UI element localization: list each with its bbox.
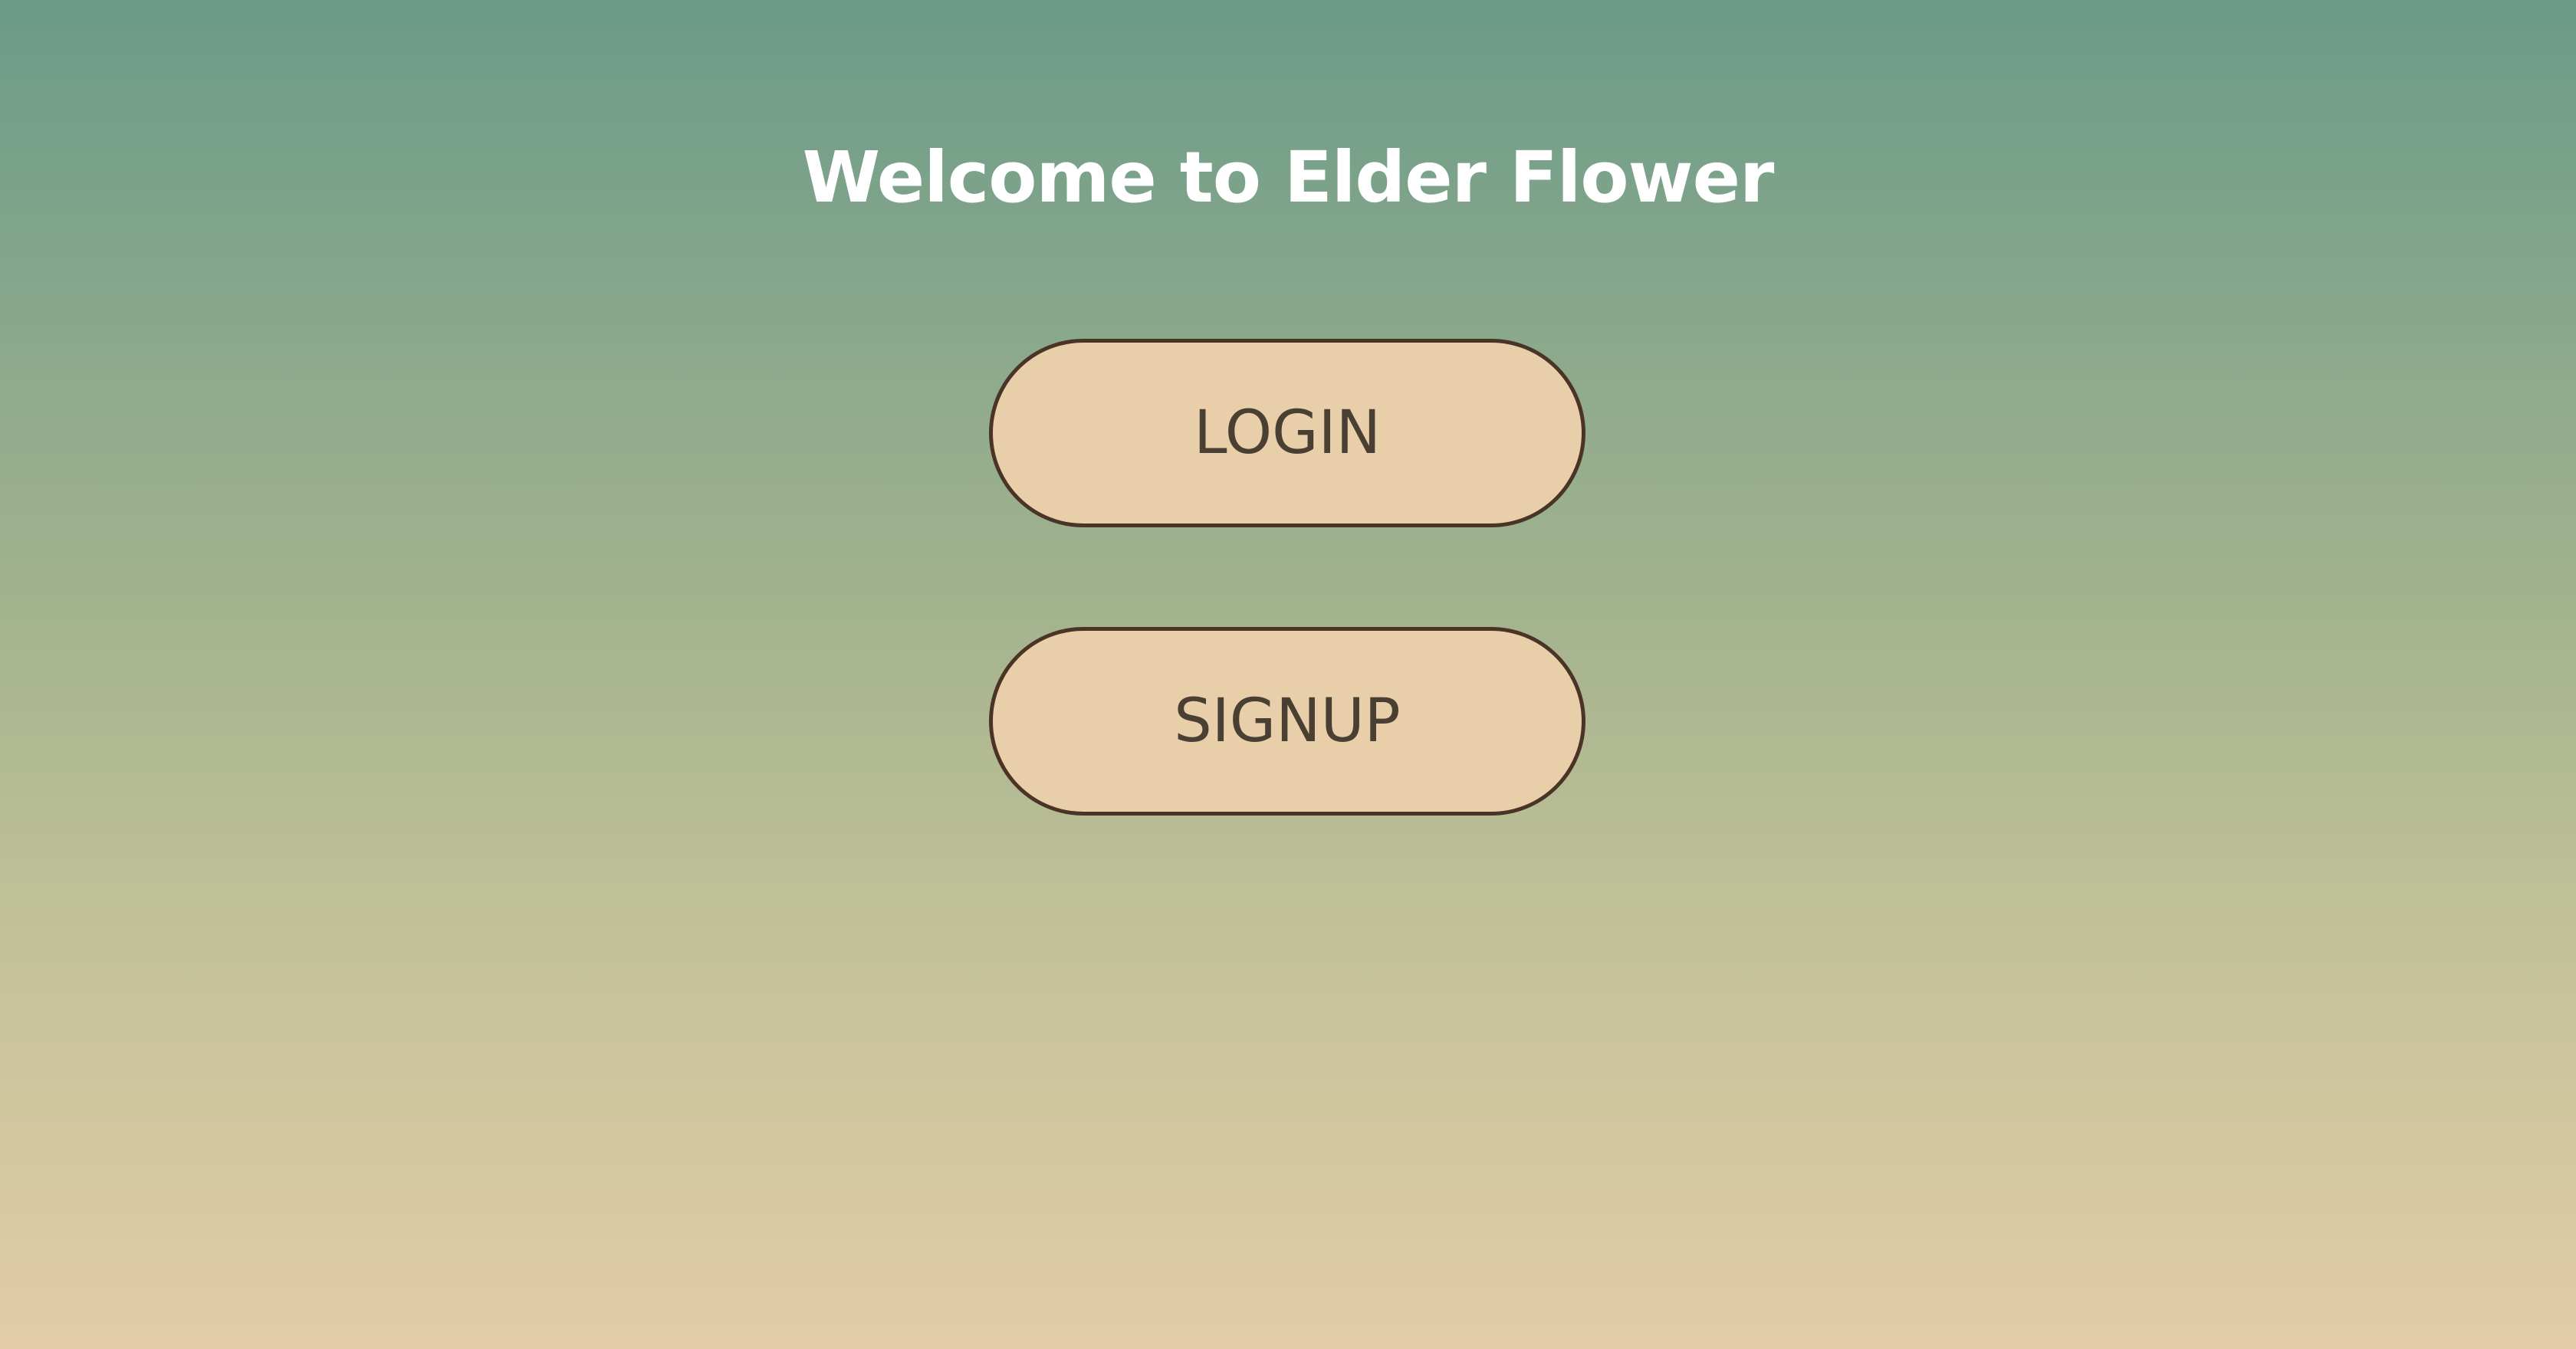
- login-button[interactable]: LOGIN: [989, 339, 1585, 527]
- signup-button[interactable]: SIGNUP: [989, 627, 1585, 816]
- page-title: Welcome to Elder Flower: [802, 136, 1775, 218]
